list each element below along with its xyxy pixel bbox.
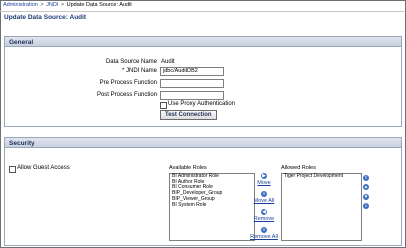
allow-guest-access-label: Allow Guest Access: [17, 165, 70, 171]
security-panel-header: Security: [5, 138, 401, 148]
breadcrumb-separator: >: [38, 2, 46, 8]
data-source-name-label: Data Source Name: [105, 59, 157, 65]
available-roles-list[interactable]: BI Administrator Role BI Author Role BI …: [169, 173, 255, 241]
general-panel-header: General: [5, 37, 401, 47]
available-roles-label: Available Roles: [169, 165, 207, 171]
move-control[interactable]: ▶ Move: [252, 173, 276, 186]
general-panel: General Data Source Name Audit * JNDI Na…: [4, 36, 402, 127]
allow-guest-access-checkbox[interactable]: [9, 166, 16, 173]
move-up-icon[interactable]: ▲: [363, 184, 369, 190]
security-panel-title: Security: [9, 139, 35, 147]
move-down-icon[interactable]: ▼: [363, 194, 369, 200]
data-source-name-value: Audit: [161, 59, 175, 65]
pre-process-function-label: Pre Process Function: [99, 80, 157, 86]
remove-all-control[interactable]: « Remove All: [250, 227, 278, 240]
double-arrow-right-icon[interactable]: »: [261, 191, 267, 197]
breadcrumb-administration-link[interactable]: Administration: [3, 2, 38, 8]
general-panel-title: General: [9, 38, 34, 46]
post-process-function-label: Post Process Function: [96, 92, 157, 98]
use-proxy-authentication-label: Use Proxy Authentication: [168, 101, 236, 107]
post-process-function-input[interactable]: [160, 91, 224, 100]
title-bar: Update Data Source: Audit: [0, 11, 404, 22]
page-title: Update Data Source: Audit: [4, 14, 87, 21]
breadcrumb-separator: >: [59, 2, 66, 8]
breadcrumb-current: Update Data Source: Audit: [66, 2, 132, 8]
arrow-right-icon[interactable]: ▶: [261, 173, 267, 179]
pre-process-function-input[interactable]: [160, 79, 224, 88]
breadcrumb-jndi-link[interactable]: JNDI: [46, 2, 58, 8]
security-panel: Security Allow Guest Access Available Ro…: [4, 137, 402, 246]
allowed-roles-label: Allowed Roles: [281, 165, 316, 171]
move-top-icon[interactable]: ⇧: [363, 175, 369, 181]
test-connection-button[interactable]: Test Connection: [160, 110, 217, 120]
use-proxy-authentication-checkbox[interactable]: [160, 102, 167, 109]
list-item[interactable]: BI System Role: [170, 202, 254, 209]
remove-link[interactable]: Remove: [254, 216, 274, 222]
move-all-link[interactable]: Move All: [254, 198, 275, 204]
jndi-name-input[interactable]: jdbc/AuditDB2: [160, 67, 224, 76]
remove-all-link[interactable]: Remove All: [250, 234, 278, 240]
breadcrumb: Administration > JNDI > Update Data Sour…: [3, 2, 132, 8]
allowed-roles-list[interactable]: Tiger Project Development: [281, 173, 362, 241]
list-item[interactable]: Tiger Project Development: [282, 173, 361, 180]
move-link[interactable]: Move: [257, 180, 270, 186]
remove-control[interactable]: ◀ Remove: [252, 209, 276, 222]
jndi-name-label: * JNDI Name: [121, 68, 157, 74]
move-all-control[interactable]: » Move All: [252, 191, 276, 204]
arrow-left-icon[interactable]: ◀: [261, 209, 267, 215]
double-arrow-left-icon[interactable]: «: [261, 227, 267, 233]
move-bottom-icon[interactable]: ⇩: [363, 203, 369, 209]
